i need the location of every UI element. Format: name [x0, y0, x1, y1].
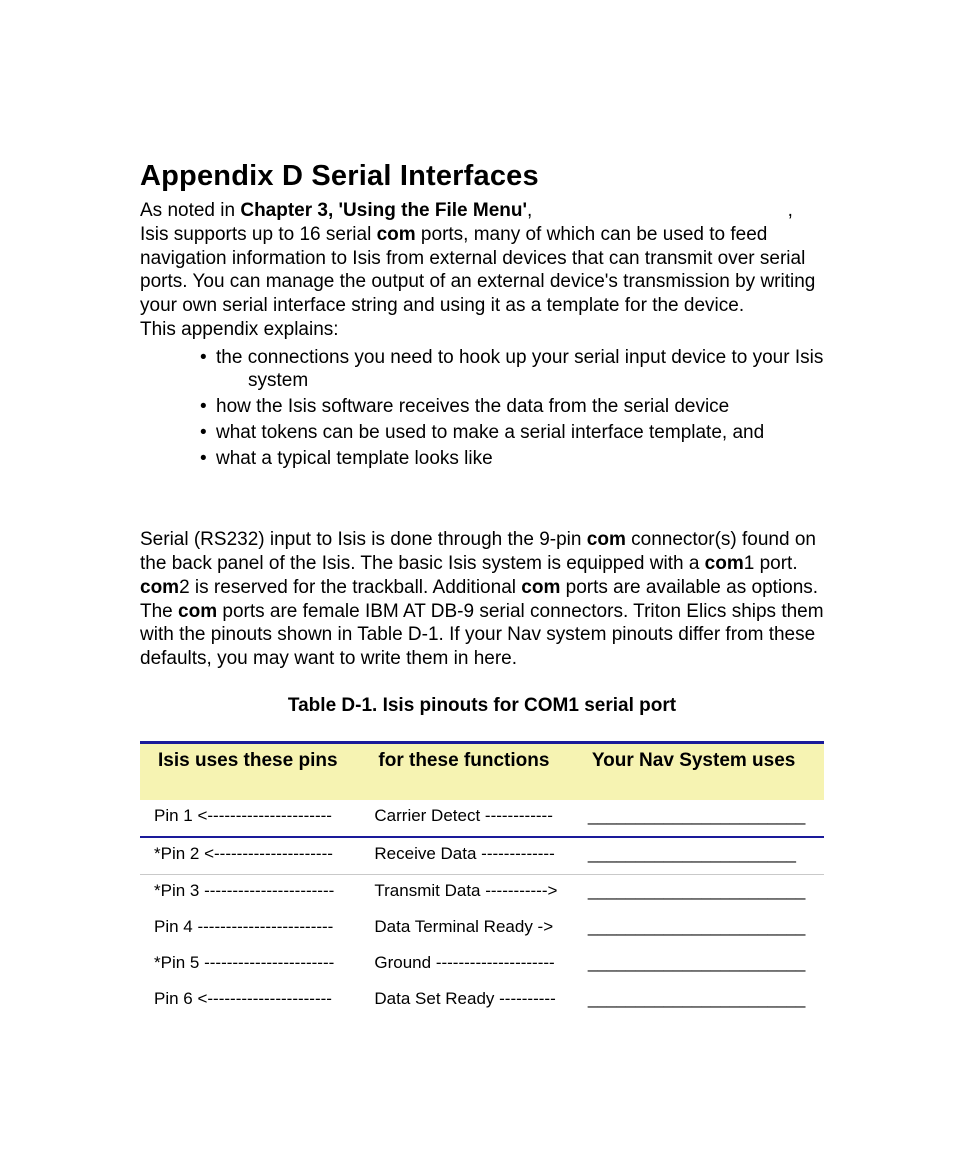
- pinout-table: Isis uses these pins for these functions…: [140, 741, 824, 1019]
- cell-nav: ______________________: [574, 837, 824, 875]
- cell-pin: Pin 1 <----------------------: [140, 800, 360, 837]
- bullet-text: what a typical template looks like: [216, 448, 493, 469]
- cell-nav: _______________________: [574, 911, 824, 947]
- th-functions: for these functions: [360, 742, 574, 800]
- p2-d: com: [705, 553, 744, 574]
- table-row: *Pin 2 <--------------------- Receive Da…: [140, 837, 824, 875]
- bullet-text: how the Isis software receives the data …: [216, 396, 729, 417]
- cell-pin: Pin 6 <----------------------: [140, 983, 360, 1019]
- cell-nav: _______________________: [574, 947, 824, 983]
- intro-text-2a: Isis supports up to 16 serial: [140, 224, 377, 245]
- intro-bold-com: com: [377, 224, 416, 245]
- table-row: *Pin 3 ----------------------- Transmit …: [140, 874, 824, 911]
- list-item: how the Isis software receives the data …: [200, 395, 824, 419]
- th-pins: Isis uses these pins: [140, 742, 360, 800]
- table-row: Pin 1 <---------------------- Carrier De…: [140, 800, 824, 837]
- table-header-row: Isis uses these pins for these functions…: [140, 742, 824, 800]
- p2-j: com: [178, 601, 217, 622]
- page-title: Appendix D Serial Interfaces: [140, 160, 824, 193]
- p2-a: Serial (RS232) input to Isis is done thr…: [140, 529, 587, 550]
- p2-b: com: [587, 529, 626, 550]
- table-row: Pin 4 ------------------------ Data Term…: [140, 911, 824, 947]
- cell-pin: *Pin 2 <---------------------: [140, 837, 360, 875]
- cell-func: Receive Data -------------: [360, 837, 574, 875]
- intro-trailing-comma: ,: [788, 200, 793, 221]
- cell-func: Carrier Detect ------------: [360, 800, 574, 837]
- cell-nav: _______________________: [574, 874, 824, 911]
- cell-pin: Pin 4 ------------------------: [140, 911, 360, 947]
- cell-nav: _______________________: [574, 983, 824, 1019]
- p2-h: com: [521, 577, 560, 598]
- intro-text-3: This appendix explains:: [140, 319, 339, 340]
- document-page: Appendix D Serial Interfaces As noted in…: [0, 0, 954, 1159]
- paragraph-2: Serial (RS232) input to Isis is done thr…: [140, 528, 824, 671]
- table-row: *Pin 5 ----------------------- Ground --…: [140, 947, 824, 983]
- cell-pin: *Pin 5 -----------------------: [140, 947, 360, 983]
- cell-func: Data Terminal Ready ->: [360, 911, 574, 947]
- intro-comma: ,: [527, 200, 532, 221]
- table-caption: Table D-1. Isis pinouts for COM1 serial …: [140, 695, 824, 717]
- cell-func: Transmit Data ----------->: [360, 874, 574, 911]
- intro-text: As noted in: [140, 200, 240, 221]
- bullet-text: the connections you need to hook up your…: [216, 347, 823, 368]
- cell-func: Data Set Ready ----------: [360, 983, 574, 1019]
- p2-k: ports are female IBM AT DB-9 serial conn…: [140, 601, 824, 670]
- cell-nav: _______________________: [574, 800, 824, 837]
- bullet-text-cont: system: [216, 369, 824, 393]
- p2-f: com: [140, 577, 179, 598]
- cell-pin: *Pin 3 -----------------------: [140, 874, 360, 911]
- bullet-text: what tokens can be used to make a serial…: [216, 422, 764, 443]
- bullet-list: the connections you need to hook up your…: [140, 346, 824, 471]
- cell-func: Ground ---------------------: [360, 947, 574, 983]
- p2-e: 1 port.: [744, 553, 798, 574]
- p2-g: 2 is reserved for the trackball. Additio…: [179, 577, 521, 598]
- table-row: Pin 6 <---------------------- Data Set R…: [140, 983, 824, 1019]
- list-item: the connections you need to hook up your…: [200, 346, 824, 394]
- list-item: what tokens can be used to make a serial…: [200, 421, 824, 445]
- th-nav: Your Nav System uses: [574, 742, 824, 800]
- list-item: what a typical template looks like: [200, 447, 824, 471]
- intro-bold-chapter: Chapter 3, 'Using the File Menu': [240, 200, 527, 221]
- intro-paragraph: As noted in Chapter 3, 'Using the File M…: [140, 199, 824, 342]
